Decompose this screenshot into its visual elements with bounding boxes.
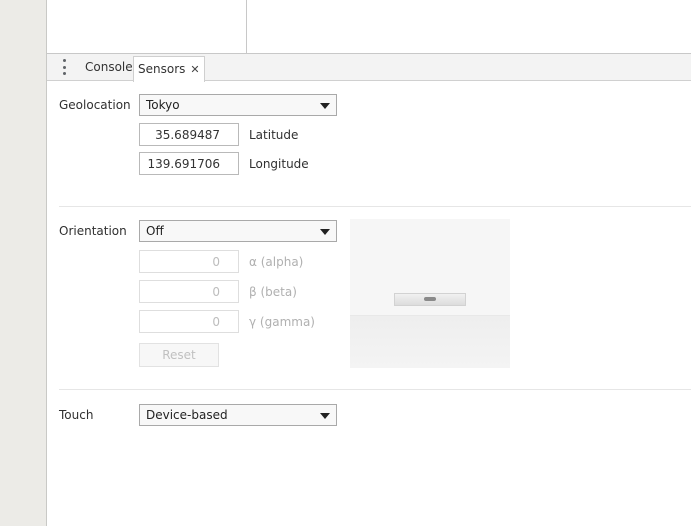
orientation-preview[interactable]	[350, 219, 510, 368]
preview-floor	[350, 315, 510, 368]
alpha-input[interactable]	[139, 250, 239, 273]
section-divider	[59, 389, 691, 390]
orientation-select[interactable]: Off	[139, 220, 337, 242]
geolocation-label: Geolocation	[59, 98, 131, 112]
gamma-input[interactable]	[139, 310, 239, 333]
gamma-label: γ (gamma)	[249, 315, 315, 329]
touch-select[interactable]: Device-based	[139, 404, 337, 426]
geolocation-select[interactable]: Tokyo	[139, 94, 337, 116]
longitude-label: Longitude	[249, 157, 309, 171]
latitude-input[interactable]	[139, 123, 239, 146]
section-divider	[59, 206, 691, 207]
page-viewport	[47, 0, 691, 54]
geolocation-select-value: Tokyo	[146, 98, 180, 112]
close-icon[interactable]: ✕	[190, 58, 199, 82]
alpha-label: α (alpha)	[249, 255, 304, 269]
touch-select-value: Device-based	[146, 408, 228, 422]
left-gutter	[0, 0, 47, 526]
menu-dot	[62, 72, 66, 75]
drawer-tabstrip: Console Sensors ✕	[47, 54, 691, 82]
longitude-input[interactable]	[139, 152, 239, 175]
menu-dot	[62, 59, 66, 62]
more-vertical-icon[interactable]	[57, 59, 71, 75]
beta-label: β (beta)	[249, 285, 297, 299]
orientation-label: Orientation	[59, 224, 127, 238]
device-model[interactable]	[394, 293, 466, 306]
touch-label: Touch	[59, 408, 94, 422]
beta-input[interactable]	[139, 280, 239, 303]
tab-sensors[interactable]: Sensors ✕	[133, 56, 205, 82]
chevron-down-icon	[320, 413, 330, 419]
chevron-down-icon	[320, 103, 330, 109]
tab-console[interactable]: Console	[80, 54, 138, 80]
tab-sensors-label: Sensors	[138, 62, 186, 76]
device-home-button	[424, 297, 436, 301]
latitude-label: Latitude	[249, 128, 299, 142]
menu-dot	[62, 65, 66, 69]
top-left-panel	[47, 0, 247, 53]
orientation-select-value: Off	[146, 224, 164, 238]
reset-button[interactable]: Reset	[139, 343, 219, 367]
chevron-down-icon	[320, 229, 330, 235]
tab-console-label: Console	[85, 60, 133, 74]
